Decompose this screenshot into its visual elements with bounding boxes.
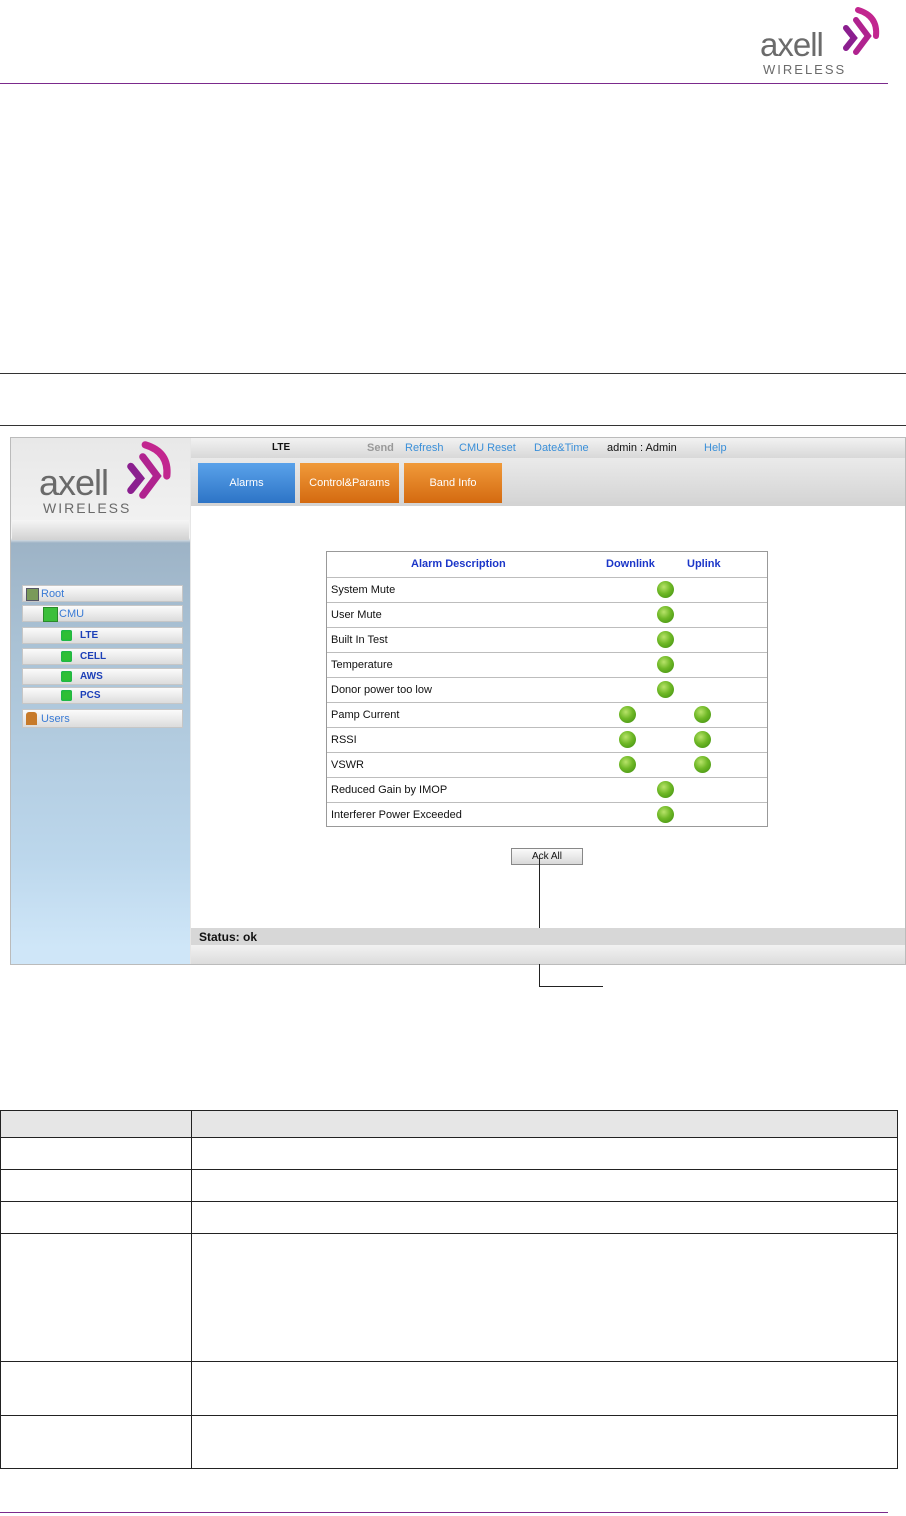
table-header-row — [1, 1111, 897, 1138]
alarm-row: Pamp Current — [327, 702, 767, 728]
status-green-icon — [61, 671, 72, 682]
callout-line — [539, 986, 603, 987]
tree-item-cell[interactable]: CELL — [22, 648, 183, 665]
tree-item-label: Root — [41, 588, 65, 600]
status-led-icon — [657, 631, 674, 648]
alarm-row: VSWR — [327, 752, 767, 778]
user-label: admin : Admin — [607, 442, 677, 454]
axell-logo: axell WIRELESS — [760, 6, 880, 77]
sidebar-logo-mark-icon — [127, 441, 171, 499]
alarm-description: Interferer Power Exceeded — [331, 809, 462, 821]
sidebar-logo-word: axell — [39, 462, 109, 503]
status-led-icon — [657, 656, 674, 673]
alarm-description: User Mute — [331, 609, 382, 621]
uplink-led-icon — [694, 756, 711, 773]
tree-item-label: CELL — [80, 651, 107, 662]
section-rule-bottom — [0, 425, 906, 426]
band-label: LTE — [272, 442, 291, 453]
tab-control-params[interactable]: Control&Params — [300, 463, 399, 503]
logo-sub: WIRELESS — [763, 62, 847, 77]
alarm-row: Donor power too low — [327, 677, 767, 703]
cmu-reset-link[interactable]: CMU Reset — [459, 442, 516, 454]
alarm-description: VSWR — [331, 759, 364, 771]
alarm-description: Reduced Gain by IMOP — [331, 784, 448, 796]
alarm-row: System Mute — [327, 577, 767, 603]
alarm-description: RSSI — [331, 734, 357, 746]
alarm-description: Built In Test — [331, 634, 388, 646]
footer-rule — [0, 1512, 888, 1513]
logo-word: axell — [760, 26, 824, 63]
status-text: Status: ok — [199, 930, 258, 944]
alarm-row: RSSI — [327, 727, 767, 753]
callout-line — [539, 858, 540, 987]
tree-item-lte[interactable]: LTE — [22, 627, 183, 644]
table-column-divider — [191, 1111, 192, 1468]
tab-alarms[interactable]: Alarms — [198, 463, 295, 503]
uplink-led-icon — [694, 706, 711, 723]
tree-item-label: CMU — [59, 608, 85, 620]
header-alarm-description: Alarm Description — [411, 558, 506, 570]
tree-item-root[interactable]: Root — [22, 585, 183, 602]
sidebar-divider — [12, 520, 189, 540]
tree-item-users[interactable]: Users — [22, 709, 183, 728]
alarm-row: Interferer Power Exceeded — [327, 802, 767, 827]
users-icon — [26, 712, 37, 725]
table-row — [1, 1416, 897, 1468]
tree-item-label: PCS — [80, 690, 101, 701]
refresh-link[interactable]: Refresh — [405, 442, 444, 454]
help-link[interactable]: Help — [704, 442, 727, 454]
alarm-row: Temperature — [327, 652, 767, 678]
table-row — [1, 1234, 897, 1362]
tree-item-pcs[interactable]: PCS — [22, 687, 183, 704]
tree-item-aws[interactable]: AWS — [22, 668, 183, 685]
status-led-icon — [657, 606, 674, 623]
tab-strip — [191, 458, 905, 506]
tree-item-label: Users — [41, 713, 70, 725]
status-led-icon — [657, 806, 674, 823]
table-row — [1, 1170, 897, 1202]
table-row — [1, 1202, 897, 1234]
section-rule-top — [0, 373, 906, 374]
alarm-description: System Mute — [331, 584, 396, 596]
status-green-icon — [61, 630, 72, 641]
send-link[interactable]: Send — [367, 442, 394, 454]
alarm-row: Built In Test — [327, 627, 767, 653]
sidebar-logo: axell WIRELESS — [15, 440, 187, 520]
uplink-led-icon — [694, 731, 711, 748]
table-row — [1, 1362, 897, 1416]
cmu-icon — [43, 607, 58, 622]
alarm-description: Pamp Current — [331, 709, 400, 721]
bottom-bar — [191, 945, 905, 964]
downlink-led-icon — [619, 731, 636, 748]
header-uplink: Uplink — [687, 558, 721, 570]
tab-band-info[interactable]: Band Info — [404, 463, 502, 503]
alarm-description: Temperature — [331, 659, 393, 671]
status-green-icon — [61, 651, 72, 662]
alarm-row: User Mute — [327, 602, 767, 628]
ack-all-button[interactable]: Ack All — [511, 848, 583, 865]
table-row — [1, 1138, 897, 1170]
alarm-table-header: Alarm Description Downlink Uplink — [327, 552, 767, 578]
alarm-row: Reduced Gain by IMOP — [327, 777, 767, 803]
top-bar: LTE Send Refresh CMU Reset Date&Time adm… — [191, 438, 905, 458]
status-green-icon — [61, 690, 72, 701]
alarm-table: Alarm Description Downlink Uplink System… — [326, 551, 768, 827]
description-table — [0, 1110, 898, 1469]
downlink-led-icon — [619, 756, 636, 773]
status-led-icon — [657, 581, 674, 598]
alarm-description: Donor power too low — [331, 684, 432, 696]
downlink-led-icon — [619, 706, 636, 723]
date-time-link[interactable]: Date&Time — [534, 442, 589, 454]
tree-item-cmu[interactable]: CMU — [22, 605, 183, 622]
status-led-icon — [657, 681, 674, 698]
header-rule — [0, 83, 888, 84]
status-bar: Status: ok — [191, 928, 905, 945]
root-icon — [26, 588, 39, 601]
tree-item-label: LTE — [80, 630, 99, 641]
sidebar-logo-sub: WIRELESS — [43, 500, 132, 516]
tree-item-label: AWS — [80, 671, 103, 682]
logo-mark-icon — [843, 7, 880, 55]
status-led-icon — [657, 781, 674, 798]
header-downlink: Downlink — [606, 558, 655, 570]
